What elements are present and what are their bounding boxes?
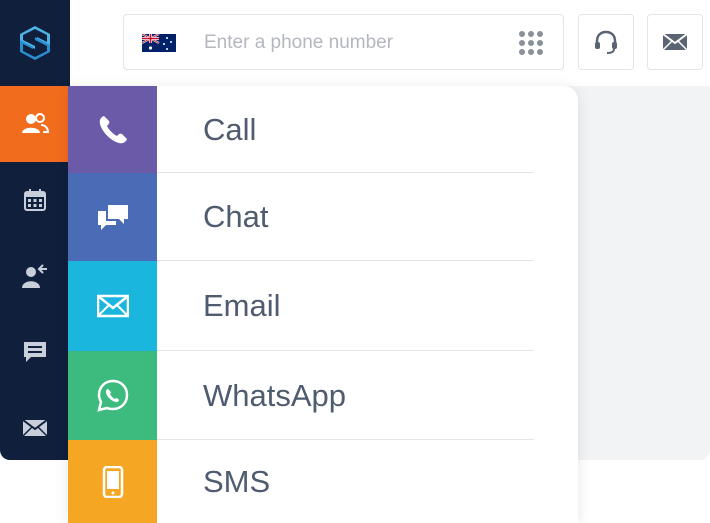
app-logo[interactable] (0, 0, 70, 86)
whatsapp-icon (96, 379, 128, 412)
chat-bubbles-icon (97, 205, 128, 230)
menu-icon-tile (68, 173, 157, 261)
menu-icon-tile (68, 440, 157, 523)
menu-item-label: SMS (203, 463, 271, 499)
menu-item-label: Call (203, 111, 257, 147)
sidebar-item-calendar[interactable] (0, 162, 70, 238)
calendar-icon (24, 189, 46, 211)
phone-icon (99, 115, 127, 143)
sidebar-item-messages[interactable] (0, 314, 70, 390)
envelope-icon (96, 294, 129, 318)
phone-number-input[interactable] (204, 25, 504, 61)
message-icon (24, 342, 46, 362)
sidebar (0, 0, 70, 460)
headset-icon (595, 30, 617, 54)
menu-item-chat[interactable]: Chat (68, 173, 578, 261)
app-window: Call Chat Email (0, 0, 710, 523)
support-button[interactable] (578, 14, 634, 70)
menu-item-email[interactable]: Email (68, 261, 578, 351)
s-logo-icon (20, 26, 50, 60)
menu-item-sms[interactable]: SMS (68, 440, 578, 523)
sidebar-item-mail[interactable] (0, 390, 70, 466)
menu-item-label: Email (203, 288, 281, 323)
menu-item-label: Chat (203, 199, 269, 234)
australia-flag-icon[interactable] (142, 34, 176, 52)
menu-item-label: WhatsApp (203, 377, 347, 413)
menu-icon-tile (68, 261, 157, 351)
menu-icon-tile (68, 351, 157, 440)
contacts-icon (22, 113, 49, 133)
dialpad-icon[interactable] (517, 29, 545, 57)
channel-menu: Call Chat Email WhatsApp SMS (68, 86, 578, 523)
menu-item-whatsapp[interactable]: WhatsApp (68, 351, 578, 440)
mail-button[interactable] (647, 14, 703, 70)
menu-icon-tile (68, 86, 157, 173)
menu-item-call[interactable]: Call (68, 86, 578, 173)
phone-number-box (123, 14, 564, 70)
sidebar-item-contacts[interactable] (0, 86, 70, 162)
envelope-icon (662, 33, 688, 51)
transfer-user-icon (22, 264, 47, 288)
mail-icon (22, 419, 48, 437)
sidebar-item-transfer[interactable] (0, 238, 70, 314)
mobile-phone-icon (102, 465, 123, 498)
